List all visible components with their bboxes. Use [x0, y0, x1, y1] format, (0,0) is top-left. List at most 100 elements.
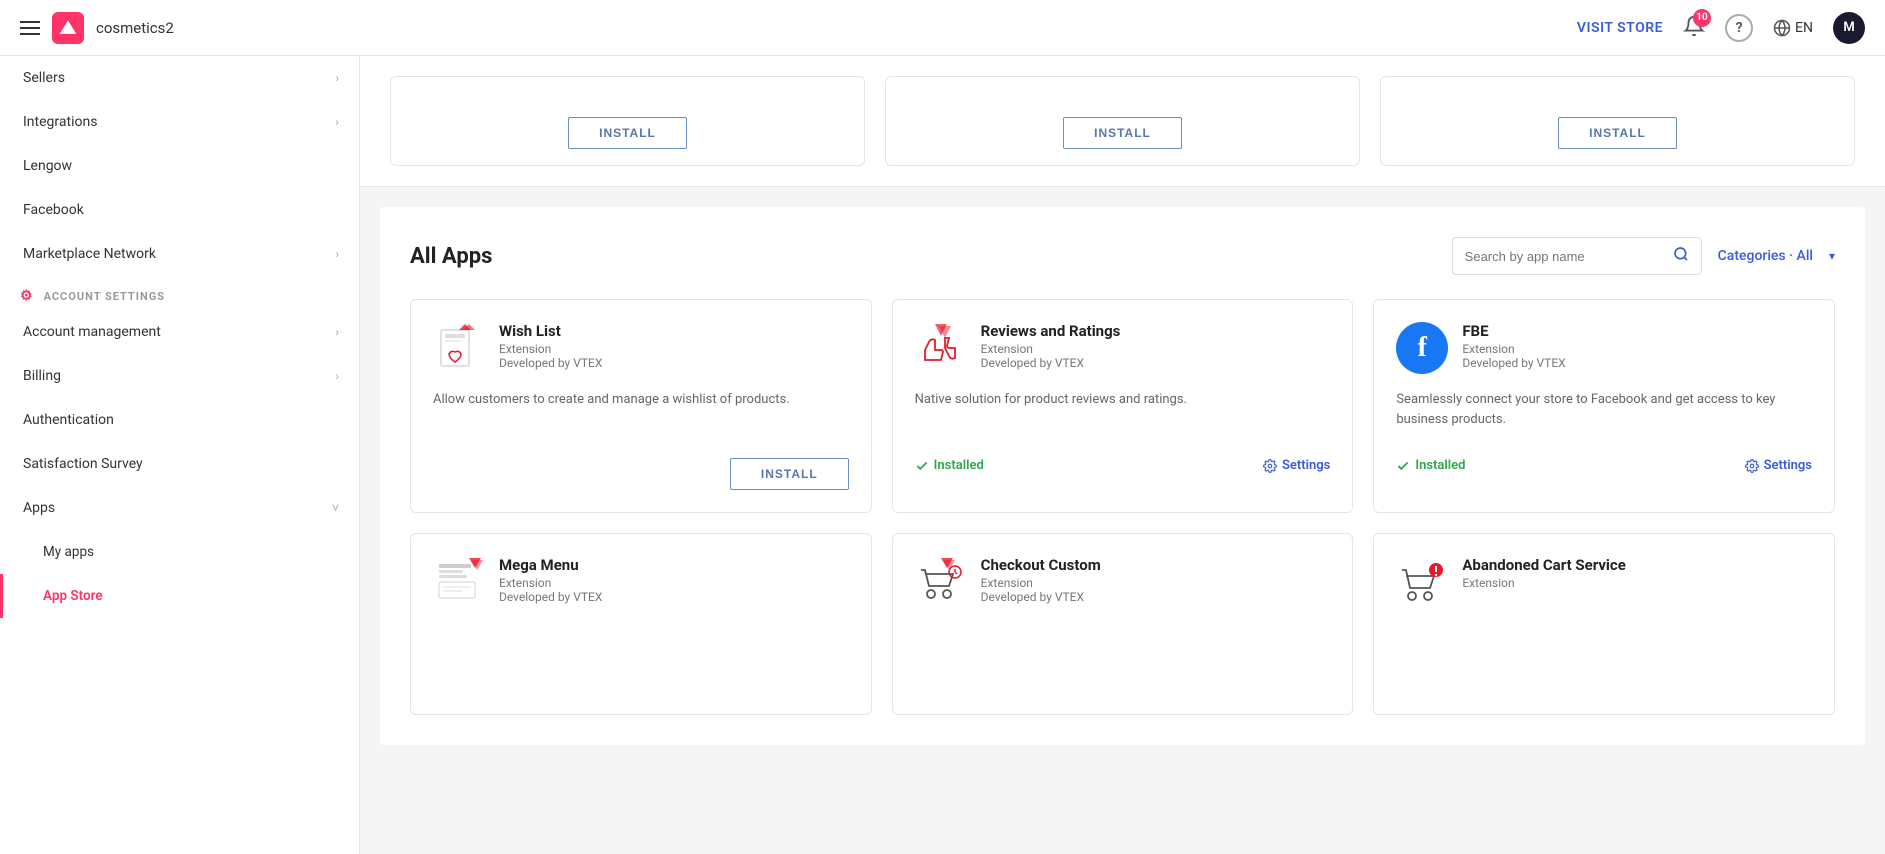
visit-store-link[interactable]: VISIT STORE	[1577, 20, 1663, 36]
fbe-dev: Developed by VTEX	[1462, 356, 1565, 370]
fbe-footer: Installed Settings	[1396, 458, 1812, 473]
chevron-right-icon: ›	[335, 71, 339, 85]
chevron-right-icon: ›	[335, 247, 339, 261]
reviews-type: Extension	[981, 342, 1121, 356]
header: cosmetics2 VISIT STORE 10 ? EN M	[0, 0, 1885, 56]
reviews-desc: Native solution for product reviews and …	[915, 390, 1331, 440]
fbe-name: FBE	[1462, 322, 1565, 340]
app-card-header-abandoned-cart: Abandoned Cart Service Extension	[1396, 556, 1812, 608]
search-box	[1452, 237, 1702, 275]
vtex-logo-icon	[58, 18, 78, 38]
fbe-info: FBE Extension Developed by VTEX	[1462, 322, 1565, 370]
app-card-checkout-custom: Checkout Custom Extension Developed by V…	[892, 533, 1354, 715]
wish-list-footer: INSTALL	[433, 458, 849, 490]
sidebar-item-account-management[interactable]: Account management ›	[0, 310, 359, 354]
app-card-mega-menu: Mega Menu Extension Developed by VTEX	[410, 533, 872, 715]
notification-badge: 10	[1693, 9, 1711, 27]
chevron-down-icon[interactable]: ▾	[1829, 249, 1835, 263]
fbe-settings-link[interactable]: Settings	[1745, 458, 1812, 473]
main-content: INSTALL INSTALL INSTALL All Apps	[360, 56, 1885, 854]
app-card-wish-list: Wish List Extension Developed by VTEX Al…	[410, 299, 872, 513]
app-card-fbe: f FBE Extension Developed by VTEX Seamle…	[1373, 299, 1835, 513]
fbe-installed-badge: Installed	[1396, 458, 1465, 473]
store-name: cosmetics2	[96, 19, 174, 37]
checkout-info: Checkout Custom Extension Developed by V…	[981, 556, 1101, 604]
checkout-icon	[915, 556, 967, 608]
abandoned-cart-name: Abandoned Cart Service	[1462, 556, 1626, 574]
checkout-dev: Developed by VTEX	[981, 590, 1101, 604]
language-label: EN	[1795, 20, 1813, 36]
notifications-button[interactable]: 10	[1683, 15, 1705, 41]
wish-list-info: Wish List Extension Developed by VTEX	[499, 322, 602, 370]
mega-menu-icon	[433, 556, 485, 608]
language-selector[interactable]: EN	[1773, 19, 1813, 37]
mega-menu-name: Mega Menu	[499, 556, 602, 574]
sidebar-item-my-apps[interactable]: My apps	[0, 530, 359, 574]
fbe-desc: Seamlessly connect your store to Faceboo…	[1396, 390, 1812, 440]
app-card-abandoned-cart: Abandoned Cart Service Extension	[1373, 533, 1835, 715]
reviews-name: Reviews and Ratings	[981, 322, 1121, 340]
hamburger-menu-icon[interactable]	[20, 21, 40, 35]
wish-list-name: Wish List	[499, 322, 602, 340]
all-apps-section: All Apps Categories · All ▾	[380, 207, 1865, 745]
app-logo	[52, 12, 84, 44]
abandoned-cart-info: Abandoned Cart Service Extension	[1462, 556, 1626, 590]
checkout-name: Checkout Custom	[981, 556, 1101, 574]
reviews-settings-link[interactable]: Settings	[1263, 458, 1330, 473]
sidebar-item-satisfaction-survey[interactable]: Satisfaction Survey	[0, 442, 359, 486]
abandoned-cart-desc	[1396, 624, 1812, 674]
sidebar-item-apps[interactable]: Apps ˅	[0, 486, 359, 530]
gear-icon: ⚙	[20, 288, 34, 304]
all-apps-title: All Apps	[410, 244, 492, 269]
settings-icon	[1745, 459, 1759, 473]
app-card-header-checkout: Checkout Custom Extension Developed by V…	[915, 556, 1331, 608]
app-card-header-mega-menu: Mega Menu Extension Developed by VTEX	[433, 556, 849, 608]
app-card-reviews-ratings: Reviews and Ratings Extension Developed …	[892, 299, 1354, 513]
user-avatar[interactable]: M	[1833, 12, 1865, 44]
chevron-right-icon: ›	[335, 325, 339, 339]
wish-list-icon	[433, 322, 485, 374]
app-card-header-wish-list: Wish List Extension Developed by VTEX	[433, 322, 849, 374]
install-card-1: INSTALL	[390, 76, 865, 166]
checkmark-icon	[915, 459, 929, 473]
wish-list-dev: Developed by VTEX	[499, 356, 602, 370]
install-button-1[interactable]: INSTALL	[568, 117, 687, 149]
sidebar-item-integrations[interactable]: Integrations ›	[0, 100, 359, 144]
all-apps-header: All Apps Categories · All ▾	[410, 237, 1835, 275]
wish-list-install-button[interactable]: INSTALL	[730, 458, 849, 490]
sidebar-item-facebook[interactable]: Facebook	[0, 188, 359, 232]
sidebar-item-sellers[interactable]: Sellers ›	[0, 56, 359, 100]
sidebar-item-billing[interactable]: Billing ›	[0, 354, 359, 398]
sidebar: Sellers › Integrations › Lengow Facebook…	[0, 56, 360, 854]
globe-icon	[1773, 19, 1791, 37]
reviews-footer: Installed Settings	[915, 458, 1331, 473]
abandoned-cart-icon	[1396, 556, 1448, 608]
reviews-dev: Developed by VTEX	[981, 356, 1121, 370]
sidebar-item-marketplace-network[interactable]: Marketplace Network ›	[0, 232, 359, 276]
reviews-info: Reviews and Ratings Extension Developed …	[981, 322, 1121, 370]
fbe-icon: f	[1396, 322, 1448, 374]
sidebar-item-authentication[interactable]: Authentication	[0, 398, 359, 442]
reviews-installed-badge: Installed	[915, 458, 984, 473]
help-button[interactable]: ?	[1725, 14, 1753, 42]
settings-icon	[1263, 459, 1277, 473]
wish-list-desc: Allow customers to create and manage a w…	[433, 390, 849, 440]
install-button-3[interactable]: INSTALL	[1558, 117, 1677, 149]
wish-list-type: Extension	[499, 342, 602, 356]
search-icon[interactable]	[1673, 246, 1689, 266]
install-button-2[interactable]: INSTALL	[1063, 117, 1182, 149]
abandoned-cart-type: Extension	[1462, 576, 1626, 590]
sidebar-item-app-store[interactable]: App Store	[0, 574, 359, 618]
mega-menu-desc	[433, 624, 849, 674]
install-card-2: INSTALL	[885, 76, 1360, 166]
account-settings-section-header: ⚙ ACCOUNT SETTINGS	[0, 276, 359, 310]
checkout-type: Extension	[981, 576, 1101, 590]
sidebar-item-lengow[interactable]: Lengow	[0, 144, 359, 188]
search-input[interactable]	[1465, 249, 1665, 264]
apps-grid: Wish List Extension Developed by VTEX Al…	[410, 299, 1835, 715]
main-layout: Sellers › Integrations › Lengow Facebook…	[0, 56, 1885, 854]
categories-dropdown[interactable]: Categories · All	[1718, 248, 1813, 264]
fbe-type: Extension	[1462, 342, 1565, 356]
all-apps-controls: Categories · All ▾	[1452, 237, 1835, 275]
chevron-right-icon: ›	[335, 115, 339, 129]
